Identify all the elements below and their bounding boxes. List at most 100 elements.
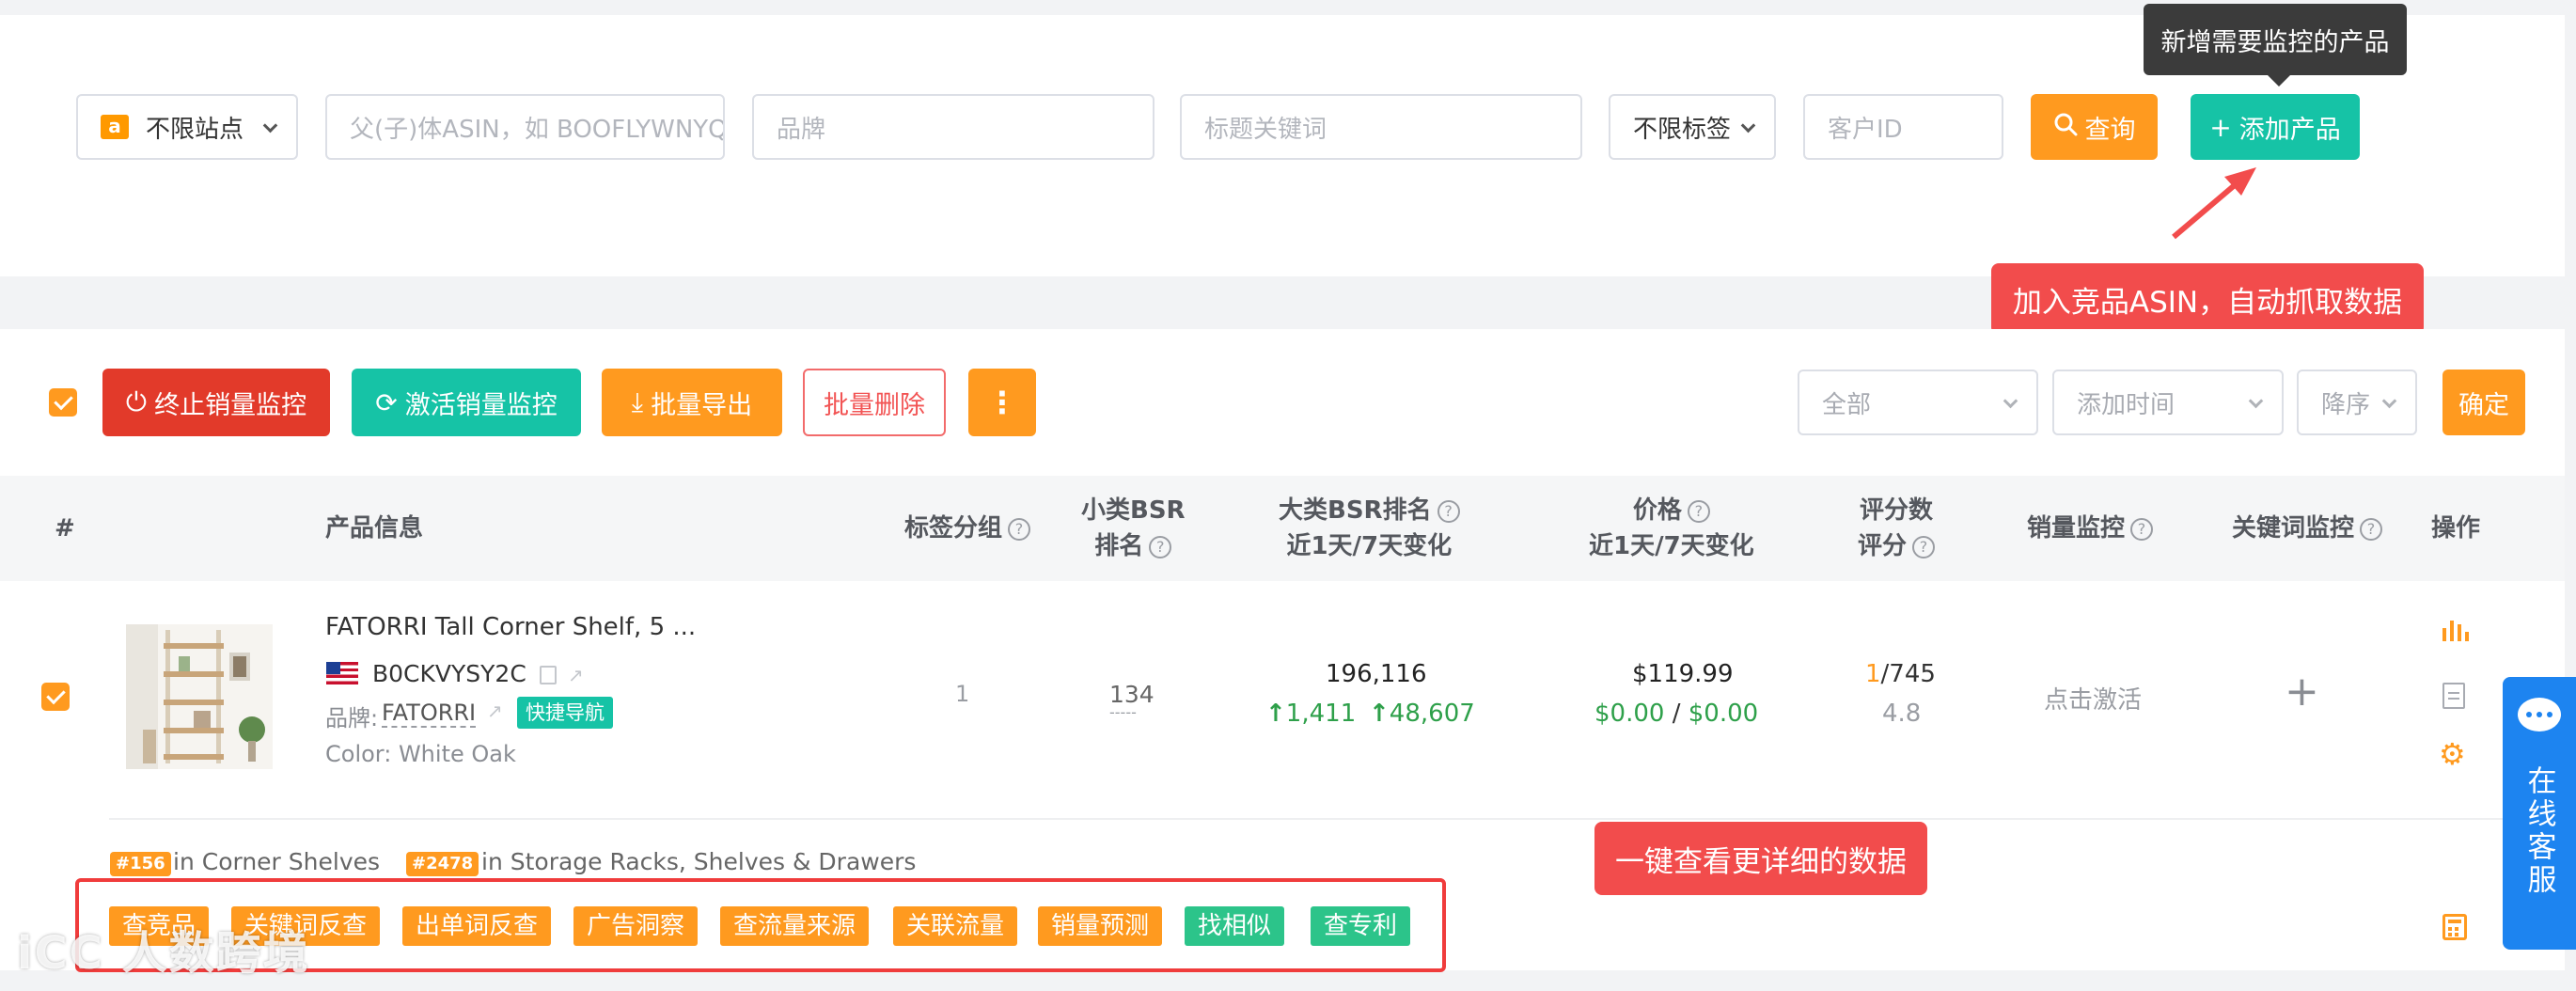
site-select[interactable]: a 不限站点	[76, 94, 298, 160]
column-price-label-1: 价格	[1632, 496, 1682, 525]
column-index: #	[55, 514, 75, 543]
rank-category-corner-shelves[interactable]: in Corner Shelves	[173, 848, 380, 875]
help-icon[interactable]: ?	[1437, 499, 1460, 523]
action-button[interactable]: 广告洞察	[573, 906, 699, 946]
price-change: $0.00 / $0.00	[1594, 700, 1758, 728]
column-sales-monitor-label: 销量监控	[2027, 514, 2126, 543]
action-button[interactable]: 查专利	[1311, 906, 1411, 946]
batch-export-label: 批量导出	[651, 390, 753, 420]
keyword-monitor-add-icon[interactable]: +	[2285, 668, 2319, 716]
brand-label: 品牌:	[325, 705, 379, 731]
row-checkbox[interactable]	[41, 683, 70, 711]
price-7d-value: $0.00	[1688, 700, 1759, 728]
rank-category-storage-racks[interactable]: in Storage Racks, Shelves & Drawers	[481, 848, 916, 875]
sales-monitor-activate[interactable]: 点击激活	[2044, 681, 2142, 716]
title-keyword-input[interactable]: 标题关键词	[1180, 94, 1582, 160]
title-keyword-placeholder: 标题关键词	[1204, 115, 1327, 144]
tag-group-value: 1	[955, 681, 970, 707]
brand-input-placeholder: 品牌	[777, 115, 826, 144]
stop-sales-monitor-button[interactable]: ⏻ 终止销量监控	[102, 369, 330, 436]
sort-field-value: 添加时间	[2077, 390, 2175, 419]
more-icon: ⋮	[987, 385, 1017, 420]
price-value: $119.99	[1632, 660, 1734, 688]
site-select-value: 不限站点	[146, 115, 244, 144]
big-bsr-1d-value: 1,411	[1285, 700, 1357, 728]
help-icon[interactable]: ?	[2360, 517, 2383, 541]
query-button[interactable]: 查询	[2031, 94, 2158, 160]
help-icon[interactable]: ?	[1912, 535, 1936, 558]
column-small-bsr-label-1: 小类BSR	[1081, 496, 1186, 525]
gear-icon[interactable]: ⚙	[2439, 739, 2466, 769]
rating-value: 4.8	[1882, 700, 1922, 728]
search-icon	[2053, 112, 2078, 143]
help-icon[interactable]: ?	[1149, 535, 1172, 558]
status-filter-value: 全部	[1822, 390, 1872, 419]
confirm-button[interactable]: 确定	[2442, 370, 2525, 435]
sort-field-select[interactable]: 添加时间	[2052, 370, 2284, 435]
chevron-down-icon	[2003, 393, 2018, 409]
column-big-bsr-label-1: 大类BSR排名	[1279, 496, 1432, 525]
product-asin[interactable]: B0CKVYSY2C	[372, 660, 526, 687]
quick-nav-badge[interactable]: 快捷导航	[517, 697, 613, 729]
action-button[interactable]: 关联流量	[893, 906, 1018, 946]
sort-order-select[interactable]: 降序	[2297, 370, 2417, 435]
tag-select-value: 不限标签	[1633, 115, 1732, 144]
action-button[interactable]: 销量预测	[1038, 906, 1163, 946]
asin-input-placeholder: 父(子)体ASIN，如 BOOFLYWNYQ	[350, 115, 725, 144]
callout-add-asin: 加入竞品ASIN，自动抓取数据	[1991, 263, 2424, 335]
add-product-button[interactable]: + 添加产品	[2191, 94, 2360, 160]
action-button[interactable]: 出单词反查	[402, 906, 552, 946]
activate-sales-monitor-label: 激活销量监控	[404, 390, 558, 420]
action-button[interactable]: 找相似	[1185, 906, 1285, 946]
external-link-icon[interactable]: ↗	[487, 700, 503, 722]
rating-count: 1/745	[1865, 660, 1936, 688]
select-all-checkbox[interactable]	[49, 388, 77, 417]
column-small-bsr-label-2: 排名	[1094, 532, 1144, 560]
brand-name[interactable]: FATORRI	[382, 700, 477, 728]
small-bsr-sub: -----	[1109, 703, 1137, 721]
column-keyword-monitor-label: 关键词监控	[2232, 514, 2355, 543]
customer-id-placeholder: 客户ID	[1828, 115, 1903, 144]
batch-export-button[interactable]: ⤓ 批量导出	[602, 369, 782, 436]
help-icon[interactable]: ?	[2130, 517, 2154, 541]
product-title[interactable]: FATORRI Tall Corner Shelf, 5 ...	[325, 613, 696, 641]
rating-count-a: 1	[1865, 660, 1881, 688]
copy-icon[interactable]	[540, 666, 557, 684]
activate-sales-monitor-button[interactable]: ⟳ 激活销量监控	[352, 369, 581, 436]
plus-icon: +	[2209, 111, 2232, 143]
big-bsr-7d-change: ↑48,607	[1369, 700, 1475, 728]
asin-input[interactable]: 父(子)体ASIN，如 BOOFLYWNYQ	[325, 94, 725, 160]
price-separator: /	[1672, 700, 1681, 728]
action-button[interactable]: 查流量来源	[720, 906, 870, 946]
confirm-label: 确定	[2458, 390, 2509, 420]
online-service-widget[interactable]: 在线客服	[2503, 677, 2576, 950]
external-link-icon[interactable]: ↗	[568, 664, 584, 686]
refresh-icon: ⟳	[375, 386, 398, 418]
chevron-down-icon	[2381, 393, 2397, 409]
help-icon[interactable]: ?	[1687, 499, 1710, 523]
us-flag-icon	[326, 662, 358, 684]
rating-count-b: /745	[1880, 660, 1936, 688]
row-divider	[109, 818, 2535, 820]
column-price: 价格? 近1天/7天变化	[1589, 493, 1754, 564]
status-filter-select[interactable]: 全部	[1798, 370, 2038, 435]
tag-select[interactable]: 不限标签	[1609, 94, 1776, 160]
help-icon[interactable]: ?	[1008, 517, 1031, 541]
column-actions: 操作	[2431, 514, 2481, 543]
column-big-bsr: 大类BSR排名? 近1天/7天变化	[1279, 493, 1460, 564]
batch-delete-button[interactable]: 批量删除	[803, 369, 946, 436]
rank-badge-storage-racks: #2478	[406, 852, 479, 876]
online-service-label: 在线客服	[2521, 765, 2556, 897]
rank-badge-corner-shelves: #156	[110, 852, 171, 876]
product-thumbnail[interactable]	[126, 624, 273, 769]
add-product-tooltip: 新增需要监控的产品	[2144, 4, 2407, 87]
more-options-button[interactable]: ⋮	[968, 369, 1036, 436]
column-tag-group: 标签分组?	[904, 511, 1031, 546]
column-product-info: 产品信息	[325, 514, 424, 543]
calculator-icon[interactable]	[2442, 914, 2467, 940]
note-icon[interactable]	[2442, 683, 2465, 709]
bar-chart-icon[interactable]	[2441, 617, 2469, 643]
brand-input[interactable]: 品牌	[752, 94, 1154, 160]
customer-id-input[interactable]: 客户ID	[1803, 94, 2003, 160]
watermark-logo: iCC 人数跨境	[17, 927, 310, 980]
